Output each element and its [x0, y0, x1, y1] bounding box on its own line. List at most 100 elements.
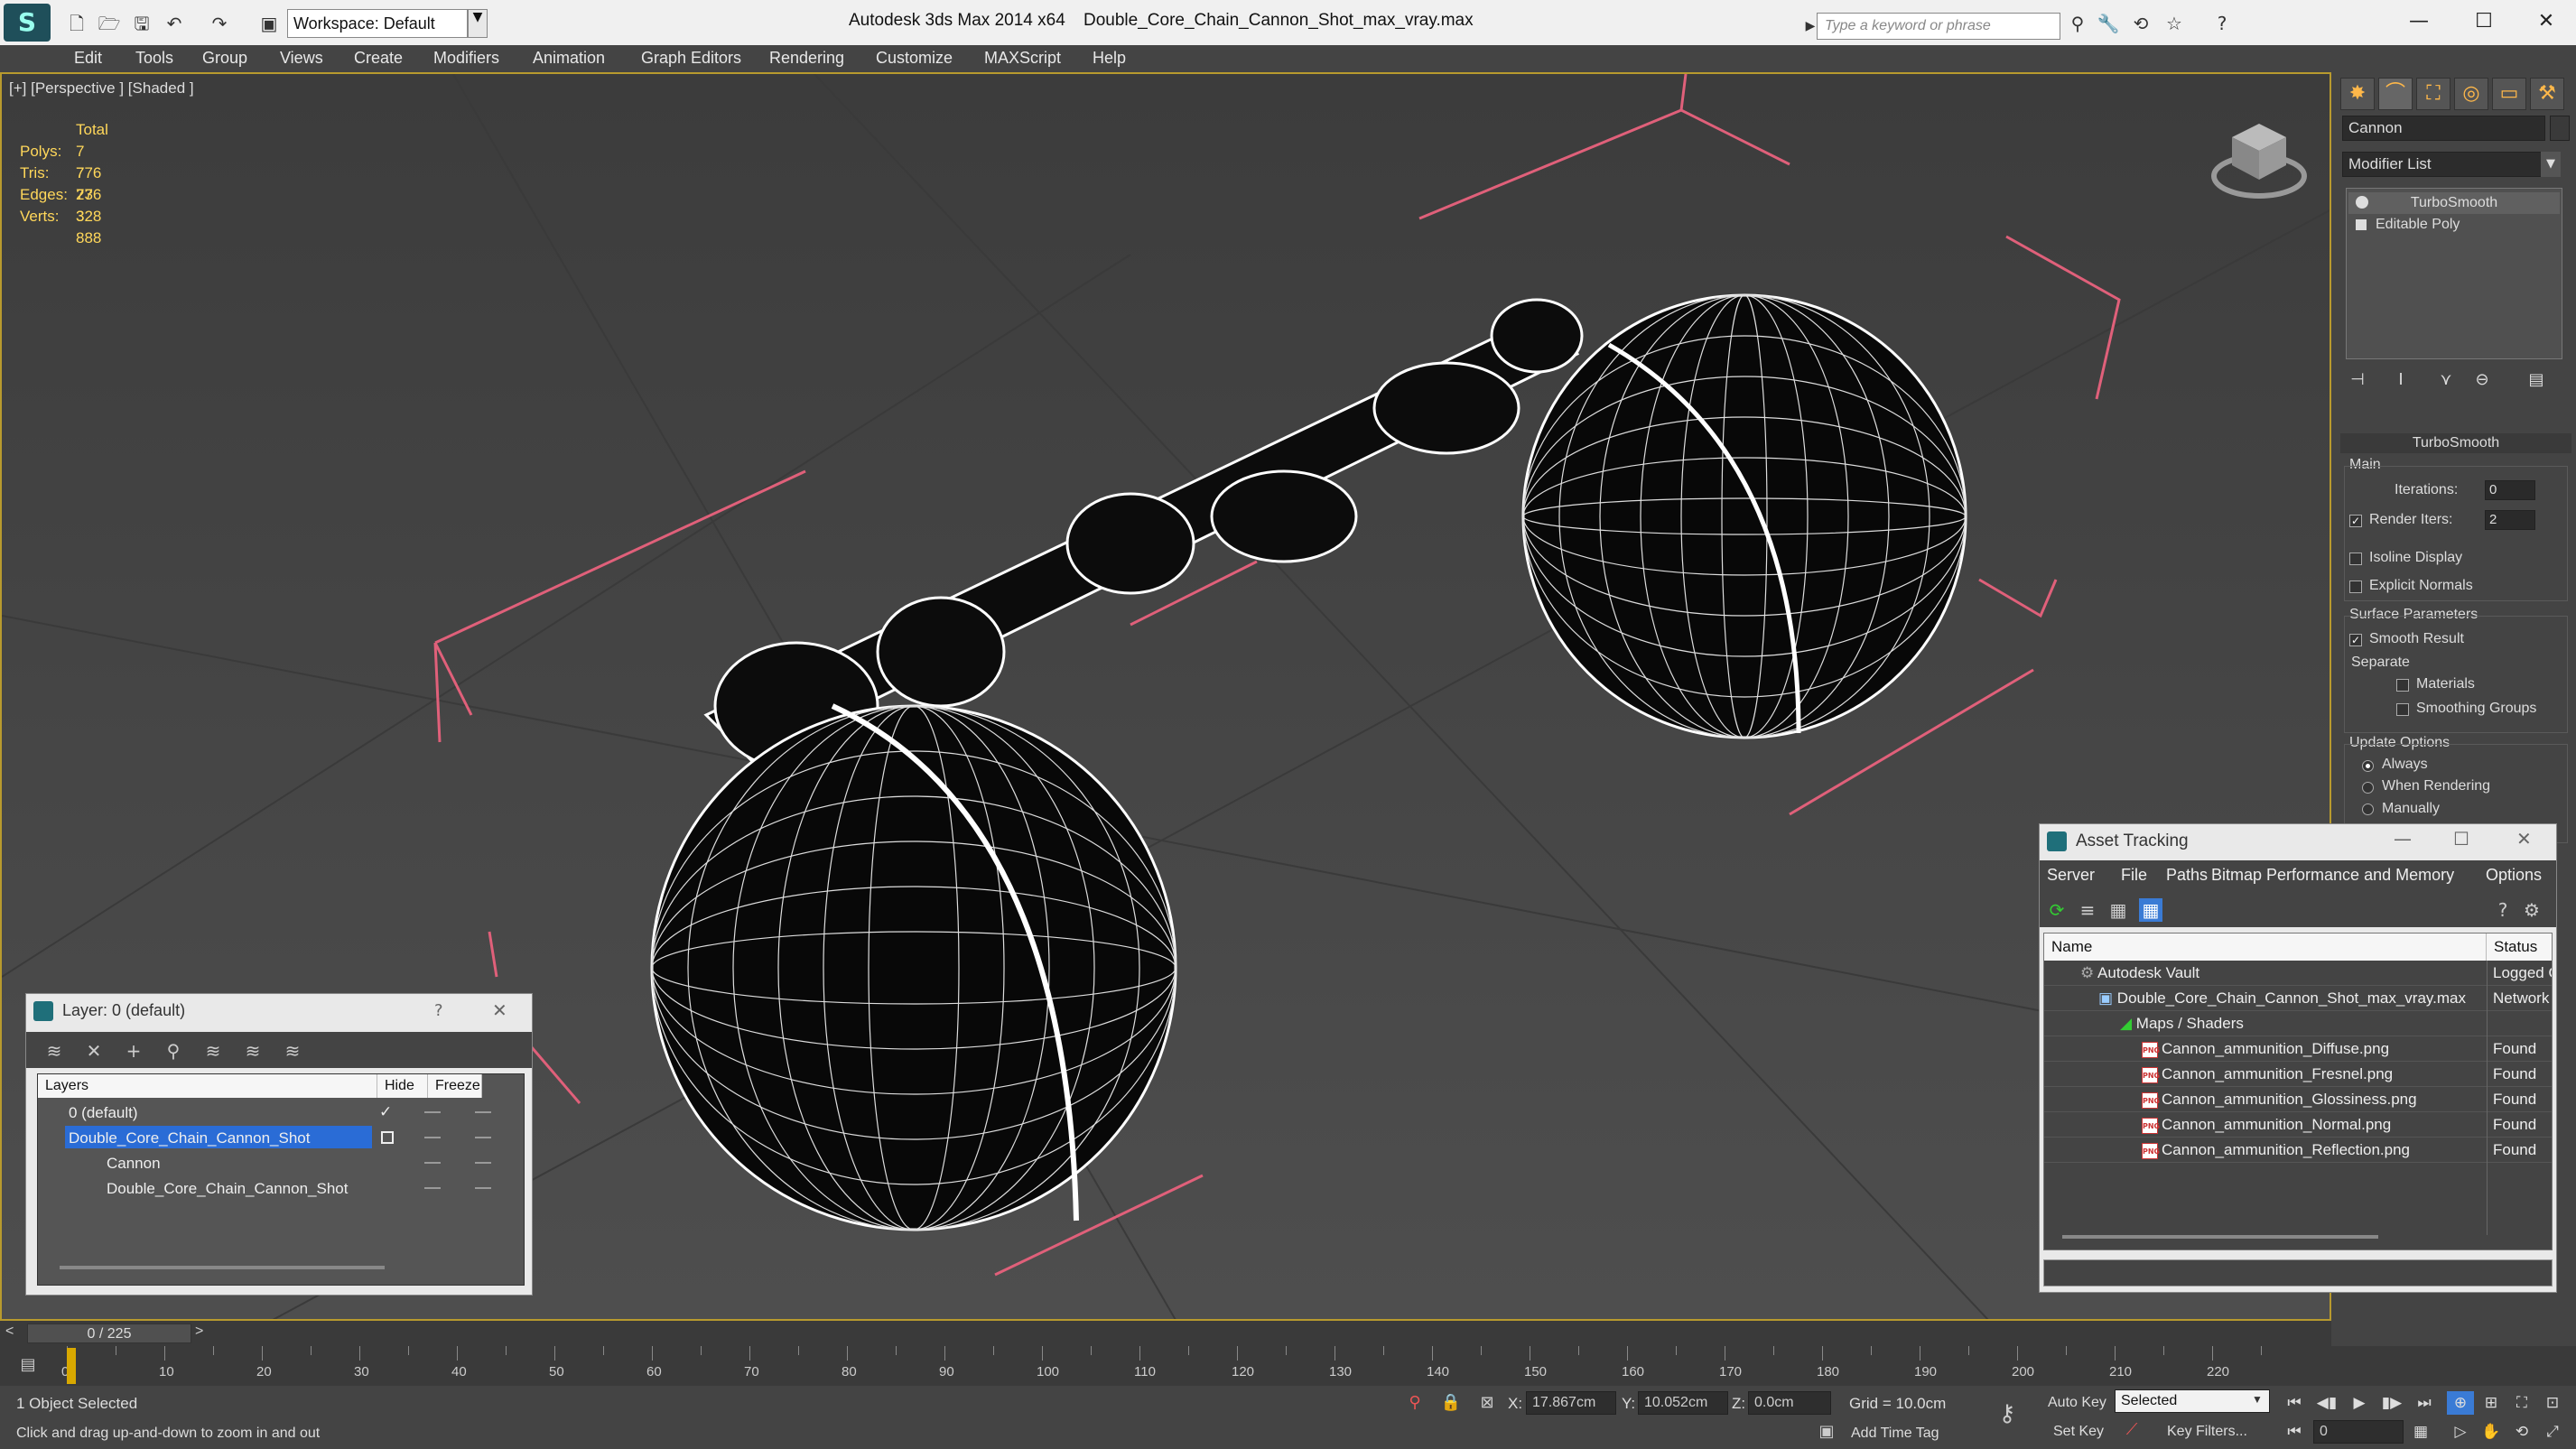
horizontal-scrollbar[interactable]	[60, 1266, 385, 1269]
binoculars-icon[interactable]: ⚲	[2066, 12, 2089, 35]
open-file-icon[interactable]: 🗁	[98, 12, 121, 35]
menu-edit[interactable]: Edit	[74, 49, 102, 68]
chevron-down-icon[interactable]: ▼	[468, 9, 488, 38]
always-radio[interactable]	[2362, 760, 2374, 772]
asset-row[interactable]: PNG Cannon_ammunition_Normal.png Found	[2044, 1112, 2552, 1138]
chevron-down-icon[interactable]: ▼	[2252, 1393, 2263, 1406]
freeze-toggle[interactable]	[475, 1187, 491, 1189]
hide-toggle[interactable]	[424, 1111, 441, 1113]
save-file-icon[interactable]: 🖫	[130, 12, 153, 35]
menu-views[interactable]: Views	[280, 49, 323, 68]
utilities-tab-icon[interactable]: ⚒	[2530, 78, 2564, 110]
current-frame-field[interactable]: 0	[2313, 1420, 2404, 1444]
expand-box-icon[interactable]	[2356, 219, 2367, 230]
auto-key-button[interactable]: Auto Key	[2048, 1395, 2106, 1411]
viewcube-icon[interactable]	[2209, 115, 2309, 205]
hide-toggle[interactable]	[424, 1137, 441, 1138]
selection-lock-icon[interactable]: 🔒	[1439, 1391, 1463, 1415]
select-objects-icon[interactable]: ⚲	[162, 1039, 185, 1063]
table-view-icon[interactable]: ▦	[2139, 898, 2162, 922]
minimize-icon[interactable]: —	[2396, 5, 2441, 38]
track-bar[interactable]: ▤ 0 10 20 30 40 50 60 70 80 90 100 110 120 130 140 150 1…	[0, 1346, 2576, 1386]
hierarchy-tab-icon[interactable]: ⛶	[2416, 78, 2450, 110]
search-input[interactable]: Type a keyword or phrase	[1817, 13, 2060, 40]
next-frame-icon[interactable]: >	[195, 1324, 203, 1340]
new-file-icon[interactable]: 🗋	[65, 12, 88, 35]
menu-file[interactable]: File	[2121, 866, 2147, 885]
object-name-field[interactable]: Cannon	[2342, 116, 2545, 141]
chevron-down-icon[interactable]: ▼	[2541, 152, 2561, 177]
layer-object-row[interactable]: Double_Core_Chain_Cannon_Shot	[38, 1175, 524, 1201]
close-icon[interactable]: ✕	[2516, 828, 2532, 850]
menu-rendering[interactable]: Rendering	[769, 49, 844, 68]
object-color-swatch[interactable]	[2550, 116, 2570, 141]
freeze-all-icon[interactable]: ≋	[281, 1039, 304, 1063]
horizontal-scrollbar[interactable]	[2062, 1235, 2378, 1239]
key-mode-dropdown[interactable]: Selected	[2115, 1389, 2270, 1413]
time-configuration-icon[interactable]: ▦	[2407, 1420, 2434, 1444]
curve-editor-icon[interactable]: ▤	[16, 1353, 40, 1377]
favorites-star-icon[interactable]: ☆	[2162, 12, 2186, 35]
manually-radio[interactable]	[2362, 803, 2374, 815]
column-header-layers[interactable]: Layers	[38, 1074, 377, 1098]
menu-customize[interactable]: Customize	[876, 49, 953, 68]
explicit-normals-checkbox[interactable]	[2349, 581, 2362, 593]
modify-tab-icon[interactable]: ⌒	[2378, 78, 2413, 110]
isoline-display-checkbox[interactable]	[2349, 553, 2362, 565]
vault-settings-icon[interactable]: ⚙	[2520, 898, 2543, 922]
menu-animation[interactable]: Animation	[533, 49, 605, 68]
y-coordinate-field[interactable]: 10.052cm	[1638, 1391, 1728, 1415]
maximize-icon[interactable]: ☐	[2453, 828, 2469, 850]
add-time-tag[interactable]: Add Time Tag	[1851, 1426, 1939, 1442]
create-tab-icon[interactable]: ✸	[2340, 78, 2375, 110]
object-name[interactable]: Cannon	[103, 1151, 161, 1174]
make-current-box[interactable]	[381, 1131, 394, 1144]
isolate-selection-icon[interactable]: ⚲	[1403, 1391, 1427, 1415]
time-tag-icon[interactable]: ▣	[1815, 1420, 1838, 1444]
absolute-mode-icon[interactable]: ⊠	[1475, 1391, 1499, 1415]
go-to-end-icon[interactable]: ⏭	[2411, 1391, 2438, 1415]
freeze-toggle[interactable]	[475, 1137, 491, 1138]
new-layer-icon[interactable]: ≋	[42, 1039, 66, 1063]
menu-create[interactable]: Create	[354, 49, 403, 68]
time-slider-thumb[interactable]: 0 / 225	[27, 1324, 191, 1343]
asset-row[interactable]: ⚙ Autodesk Vault Logged O	[2044, 961, 2552, 986]
menu-options[interactable]: Options	[2486, 866, 2542, 885]
z-coordinate-field[interactable]: 0.0cm	[1748, 1391, 1831, 1415]
column-header-freeze[interactable]: Freeze	[428, 1074, 482, 1098]
zoom-all-icon[interactable]: ⊞	[2478, 1391, 2505, 1415]
hide-all-icon[interactable]: ≋	[241, 1039, 265, 1063]
asset-row[interactable]: PNG Cannon_ammunition_Fresnel.png Found	[2044, 1062, 2552, 1087]
minimize-icon[interactable]: —	[2394, 828, 2412, 850]
key-icon[interactable]: ⚷	[1995, 1402, 2019, 1426]
hide-toggle[interactable]	[424, 1187, 441, 1189]
object-name[interactable]: Double_Core_Chain_Cannon_Shot	[103, 1176, 348, 1199]
field-of-view-icon[interactable]: ▷	[2447, 1420, 2474, 1444]
hide-toggle[interactable]	[424, 1162, 441, 1164]
app-menu-button[interactable]: S	[4, 4, 51, 42]
display-tab-icon[interactable]: ▭	[2492, 78, 2526, 110]
set-keys-icon[interactable]: ⟋	[2120, 1418, 2144, 1442]
key-filters-button[interactable]: Key Filters...	[2167, 1424, 2247, 1440]
iterations-spinner[interactable]: 0	[2485, 480, 2535, 500]
column-header-name[interactable]: Name	[2044, 933, 2487, 961]
asset-row[interactable]: PNG Cannon_ammunition_Reflection.png Foun…	[2044, 1138, 2552, 1163]
stack-item-turbosmooth[interactable]: TurboSmooth	[2348, 192, 2560, 214]
stack-item-editable-poly[interactable]: Editable Poly	[2348, 214, 2560, 236]
render-iters-checkbox[interactable]: ✓	[2349, 515, 2362, 527]
orbit-icon[interactable]: ⟲	[2508, 1420, 2535, 1444]
column-header-hide[interactable]: Hide	[377, 1074, 428, 1098]
smoothing-groups-checkbox[interactable]	[2396, 703, 2409, 716]
menu-paths[interactable]: Paths	[2166, 866, 2208, 885]
redo-icon[interactable]: ↷	[208, 12, 231, 35]
track-ruler[interactable]: 0 10 20 30 40 50 60 70 80 90 100 110 120 130 140 150 160…	[61, 1346, 2262, 1386]
when-rendering-radio[interactable]	[2362, 782, 2374, 794]
play-icon[interactable]: ▶	[2346, 1391, 2373, 1415]
highlight-layer-icon[interactable]: ≋	[201, 1039, 225, 1063]
asset-row[interactable]: ▣ Double_Core_Chain_Cannon_Shot_max_vray…	[2044, 986, 2552, 1011]
asset-row[interactable]: PNG Cannon_ammunition_Glossiness.png Foun…	[2044, 1087, 2552, 1112]
current-time-marker[interactable]	[67, 1348, 76, 1384]
vault-help-icon[interactable]: ?	[2491, 898, 2515, 922]
help-icon[interactable]: ?	[2210, 12, 2234, 35]
materials-checkbox[interactable]	[2396, 679, 2409, 692]
